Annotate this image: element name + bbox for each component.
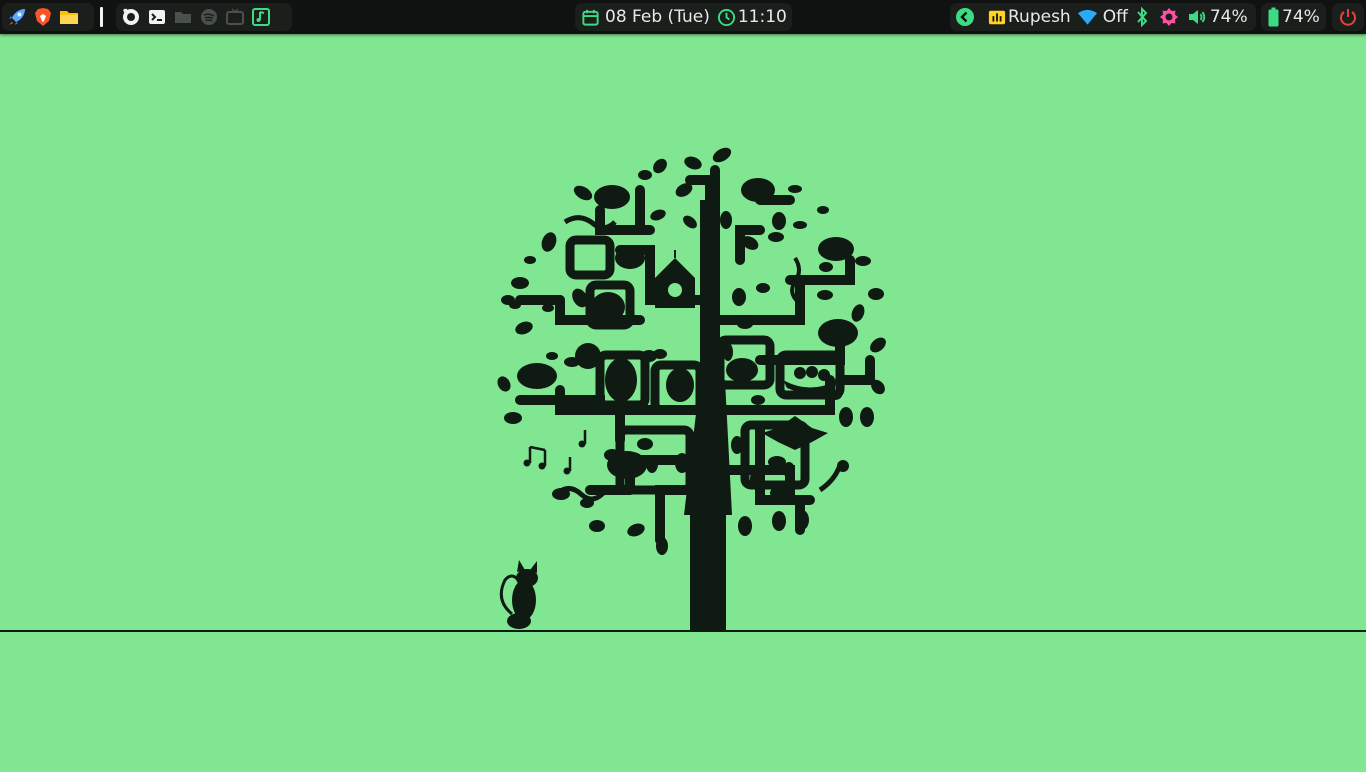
wifi-status-label[interactable]: Off — [1103, 7, 1128, 27]
user-icon — [988, 8, 1006, 26]
workspace-group — [116, 3, 292, 31]
back-arrow-icon[interactable] — [954, 6, 976, 28]
tv-icon[interactable] — [224, 6, 246, 28]
battery-icon — [1268, 7, 1279, 27]
spotify-icon[interactable] — [198, 6, 220, 28]
brightness-icon[interactable] — [1159, 7, 1179, 27]
date-label: 08 Feb (Tue) — [605, 7, 710, 27]
launcher-group — [2, 3, 94, 31]
volume-level-label[interactable]: 74% — [1210, 7, 1248, 27]
cat-silhouette — [507, 560, 538, 629]
taskbar-separator — [100, 7, 103, 27]
calendar-icon — [581, 8, 600, 27]
terminal-icon[interactable] — [146, 6, 168, 28]
desktop-wallpaper — [0, 34, 1366, 768]
files-folder-icon[interactable] — [58, 6, 80, 28]
rocket-launcher-icon[interactable] — [6, 6, 28, 28]
bluetooth-icon[interactable] — [1135, 7, 1149, 27]
battery-level-label: 74% — [1282, 7, 1320, 27]
clock-icon — [717, 8, 736, 27]
power-icon[interactable] — [1337, 6, 1359, 28]
clock-group[interactable]: 08 Feb (Tue) 11:10 — [575, 3, 792, 31]
top-taskbar: 08 Feb (Tue) 11:10 Rupesh Off 74% 74% — [0, 0, 1366, 34]
time-label: 11:10 — [737, 7, 787, 27]
brave-browser-icon[interactable] — [32, 6, 54, 28]
battery-group: 74% — [1261, 3, 1326, 31]
status-group: Rupesh Off 74% — [950, 3, 1256, 31]
folder-icon[interactable] — [172, 6, 194, 28]
volume-icon[interactable] — [1187, 7, 1207, 27]
tree-illustration — [0, 147, 1366, 632]
user-name-label[interactable]: Rupesh — [1008, 7, 1071, 27]
power-group — [1332, 3, 1364, 31]
music-player-icon[interactable] — [250, 6, 272, 28]
wifi-icon[interactable] — [1077, 8, 1098, 26]
firefox-icon[interactable] — [120, 6, 142, 28]
